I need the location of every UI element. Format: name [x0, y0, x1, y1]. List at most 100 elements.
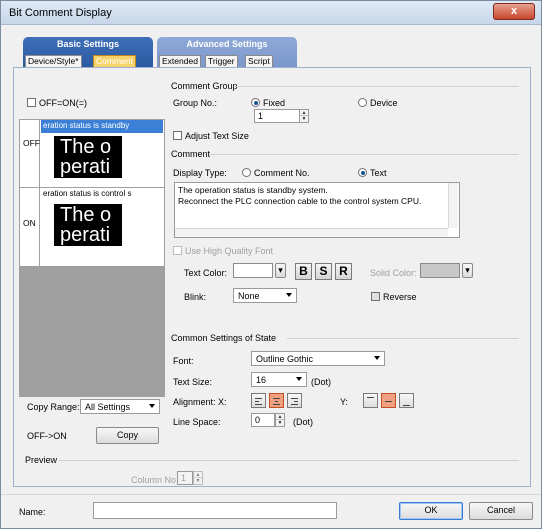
group-no-spinner[interactable]: ▲ ▼ — [299, 109, 309, 123]
align-center-icon[interactable] — [269, 393, 284, 408]
copy-range-label: Copy Range: — [27, 402, 80, 412]
tab-extended[interactable]: Extended — [159, 55, 201, 67]
high-quality-font-check-icon — [173, 246, 182, 255]
chevron-down-icon: ▾ — [465, 265, 470, 275]
off-on-copy-label: OFF->ON — [27, 431, 67, 441]
spin-down-icon: ▼ — [195, 478, 201, 484]
text-size-label: Text Size: — [173, 377, 213, 387]
reverse-label: Reverse — [383, 292, 417, 302]
shadow-button[interactable]: S — [315, 263, 332, 280]
reverse-checkbox[interactable]: Reverse — [371, 292, 417, 302]
copy-range-select[interactable]: All Settings — [80, 399, 160, 414]
divider — [209, 154, 519, 155]
raised-button[interactable]: R — [335, 263, 352, 280]
align-left-icon[interactable] — [251, 393, 266, 408]
align-middle-icon[interactable] — [381, 393, 396, 408]
off-on-checkbox[interactable]: OFF=ON(=) — [27, 98, 87, 108]
name-input[interactable] — [93, 502, 337, 519]
spin-down-icon: ▼ — [301, 116, 307, 122]
comment-group-heading: Comment Group — [171, 81, 238, 91]
column-no-label: Column No.: — [131, 475, 182, 485]
preview-heading: Preview — [25, 455, 58, 465]
chevron-down-icon — [286, 293, 292, 297]
copy-button[interactable]: Copy — [96, 427, 159, 444]
state-label-off: OFF — [20, 120, 40, 187]
text-size-unit: (Dot) — [311, 377, 331, 387]
comment-text-line2: Reconnect the PLC connection cable to th… — [178, 196, 422, 206]
line-space-input[interactable]: 0 — [251, 413, 275, 427]
chevron-down-icon: ▾ — [278, 265, 283, 275]
line-space-spinner[interactable]: ▲ ▼ — [275, 413, 285, 427]
tab-advanced-settings[interactable]: Advanced Settings Extended Trigger Scrip… — [157, 37, 297, 67]
state-row-off[interactable]: OFF eration status is standby The o pera… — [20, 120, 164, 188]
device-radio[interactable]: Device — [358, 98, 398, 108]
blink-value: None — [238, 291, 260, 301]
title-bar: Bit Comment Display x — [1, 1, 541, 25]
column-no-spinner[interactable]: ▲ ▼ — [193, 471, 203, 485]
horizontal-scrollbar[interactable] — [175, 228, 448, 237]
state-row-on[interactable]: ON eration status is control s The o per… — [20, 188, 164, 267]
align-right-icon[interactable] — [287, 393, 302, 408]
close-button[interactable]: x — [493, 3, 535, 20]
divider — [287, 338, 519, 339]
radio-checked-icon — [251, 98, 260, 107]
chevron-down-icon — [374, 356, 380, 360]
ok-button[interactable]: OK — [399, 502, 463, 520]
high-quality-font-checkbox[interactable]: Use High Quality Font — [173, 246, 273, 256]
font-select[interactable]: Outline Gothic — [251, 351, 385, 366]
solid-color-dropdown[interactable]: ▾ — [462, 263, 473, 278]
solid-color-swatch[interactable] — [420, 263, 460, 278]
common-settings-heading: Common Settings of State — [171, 333, 277, 343]
text-color-dropdown[interactable]: ▾ — [275, 263, 286, 278]
blink-select[interactable]: None — [233, 288, 297, 303]
text-label: Text — [370, 168, 387, 178]
state-preview-on-line2: perati — [60, 224, 111, 246]
tab-script[interactable]: Script — [245, 55, 273, 67]
comment-heading: Comment — [171, 149, 211, 159]
radio-unchecked-icon — [358, 98, 367, 107]
text-size-select[interactable]: 16 — [251, 372, 307, 387]
off-on-label: OFF=ON(=) — [39, 98, 88, 108]
tab-basic-settings-label: Basic Settings — [56, 39, 120, 49]
divider — [235, 86, 519, 87]
state-label-on: ON — [20, 188, 40, 266]
group-no-input[interactable]: 1 — [254, 109, 300, 123]
line-space-unit: (Dot) — [293, 417, 313, 427]
tab-trigger[interactable]: Trigger — [205, 55, 238, 67]
chevron-down-icon — [149, 404, 155, 408]
comment-no-radio[interactable]: Comment No. — [242, 168, 310, 178]
fixed-radio[interactable]: Fixed — [251, 98, 285, 108]
blink-label: Blink: — [184, 292, 207, 302]
tab-basic-settings[interactable]: Basic Settings Device/Style* Comment — [23, 37, 153, 67]
adjust-text-size-checkbox[interactable]: Adjust Text Size — [173, 131, 249, 141]
vertical-scrollbar[interactable] — [448, 183, 458, 228]
name-label: Name: — [19, 507, 46, 517]
state-preview-on: The o perati — [54, 204, 122, 246]
font-value: Outline Gothic — [256, 354, 314, 364]
text-radio[interactable]: Text — [358, 168, 387, 178]
alignment-label: Alignment: X: — [173, 397, 227, 407]
font-label: Font: — [173, 356, 194, 366]
group-no-label: Group No.: — [173, 98, 218, 108]
state-caption-off: eration status is standby — [41, 120, 163, 133]
align-top-icon[interactable] — [363, 393, 378, 408]
display-type-label: Display Type: — [173, 168, 227, 178]
window-title: Bit Comment Display — [9, 7, 112, 19]
cancel-button[interactable]: Cancel — [469, 502, 533, 520]
align-bottom-icon[interactable] — [399, 393, 414, 408]
text-color-swatch[interactable] — [233, 263, 273, 278]
off-on-check-icon — [27, 98, 36, 107]
comment-text-line1: The operation status is standby system. — [178, 185, 328, 195]
line-space-label: Line Space: — [173, 417, 221, 427]
tab-device-style[interactable]: Device/Style* — [25, 55, 82, 67]
radio-unchecked-icon — [242, 168, 251, 177]
tab-strip: Basic Settings Device/Style* Comment Adv… — [13, 37, 529, 67]
tab-advanced-settings-label: Advanced Settings — [186, 39, 268, 49]
column-no-input[interactable]: 1 — [177, 471, 193, 485]
bold-button[interactable]: B — [295, 263, 312, 280]
solid-color-label: Solid Color: — [370, 268, 417, 278]
chevron-down-icon — [296, 377, 302, 381]
tab-comment[interactable]: Comment — [93, 55, 136, 67]
adjust-text-size-label: Adjust Text Size — [185, 131, 249, 141]
adjust-text-size-check-icon — [173, 131, 182, 140]
